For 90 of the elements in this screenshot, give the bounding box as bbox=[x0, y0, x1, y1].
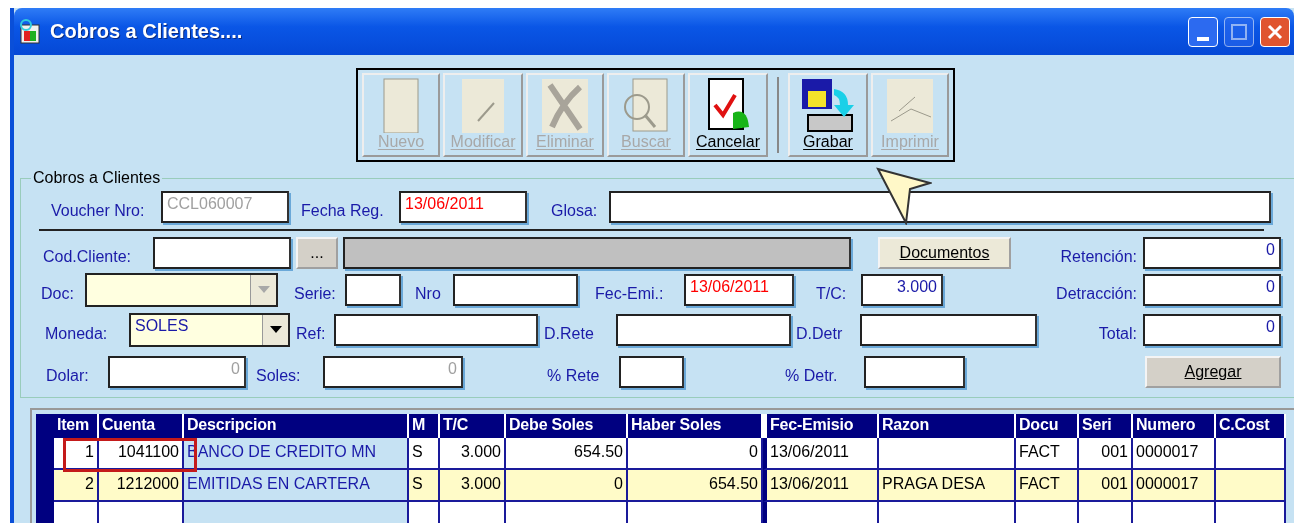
column-header[interactable]: Numero bbox=[1133, 414, 1216, 438]
table-cell: 3.000 bbox=[440, 470, 506, 502]
table-cell: 13/06/2011 bbox=[763, 470, 879, 502]
column-header[interactable]: Item bbox=[54, 414, 99, 438]
text-field[interactable] bbox=[860, 314, 1037, 346]
column-header[interactable]: M bbox=[409, 414, 440, 438]
table-cell: FACT bbox=[1016, 470, 1079, 502]
pointer-cursor-icon bbox=[876, 167, 932, 225]
table-cell: 654.50 bbox=[506, 438, 628, 470]
field-label: Total: bbox=[1097, 324, 1137, 343]
column-header[interactable]: Seri bbox=[1079, 414, 1133, 438]
form-button[interactable]: ... bbox=[296, 237, 338, 269]
table-cell: 1212000 bbox=[99, 470, 184, 502]
field-label: Fecha Reg. bbox=[301, 201, 385, 220]
table-cell: 0000017 bbox=[1133, 438, 1216, 470]
column-header[interactable]: C.Cost bbox=[1216, 414, 1286, 438]
table-cell: 0 bbox=[628, 438, 763, 470]
field-label: Moneda: bbox=[45, 324, 109, 343]
field-label: D.Rete bbox=[544, 324, 595, 343]
text-field[interactable] bbox=[345, 274, 401, 306]
text-field[interactable] bbox=[453, 274, 578, 306]
table-cell: S bbox=[409, 470, 440, 502]
printer-icon bbox=[885, 77, 935, 133]
dropdown-field[interactable]: SOLES bbox=[129, 313, 290, 347]
field-label: D.Detr bbox=[796, 324, 844, 343]
column-header[interactable]: Haber Soles bbox=[628, 414, 763, 438]
maximize-button[interactable] bbox=[1224, 16, 1254, 47]
field-label: Serie: bbox=[294, 284, 337, 303]
table-cell: 0 bbox=[506, 470, 628, 502]
text-field[interactable]: 0 bbox=[1143, 314, 1281, 346]
table-cell: S bbox=[409, 438, 440, 470]
text-field[interactable]: 13/06/2011 bbox=[684, 274, 794, 306]
table-cell: 3.000 bbox=[440, 438, 506, 470]
column-header[interactable]: Razon bbox=[879, 414, 1016, 438]
field-label: Nro bbox=[415, 284, 442, 303]
column-header[interactable]: Fec-Emisio bbox=[763, 414, 879, 438]
add-button[interactable]: Agregar bbox=[1145, 356, 1281, 388]
close-button[interactable] bbox=[1260, 16, 1290, 47]
toolbar-button[interactable]: Cancelar bbox=[688, 73, 768, 157]
minimize-icon bbox=[1197, 36, 1209, 41]
field-label: Cod.Cliente: bbox=[43, 247, 133, 266]
column-header[interactable]: Cuenta bbox=[99, 414, 184, 438]
text-field[interactable]: 3.000 bbox=[861, 274, 943, 306]
field-label: % Detr. bbox=[785, 366, 839, 385]
form-button[interactable]: Documentos bbox=[878, 237, 1011, 269]
field-label: Voucher Nro: bbox=[51, 201, 146, 220]
table-cell: 001 bbox=[1079, 438, 1133, 470]
close-icon bbox=[1267, 23, 1283, 40]
dropdown-arrow-icon bbox=[257, 286, 270, 294]
column-header[interactable]: Debe Soles bbox=[506, 414, 628, 438]
maximize-icon bbox=[1231, 23, 1247, 40]
table-cell: 001 bbox=[1079, 470, 1133, 502]
text-field[interactable]: 13/06/2011 bbox=[399, 191, 527, 223]
field-label: Dolar: bbox=[46, 366, 90, 385]
field-label: Glosa: bbox=[551, 201, 599, 220]
table-cell: PRAGA DESA bbox=[879, 470, 1016, 502]
text-field[interactable] bbox=[609, 191, 1271, 223]
table-cell: 654.50 bbox=[628, 470, 763, 502]
field-label: Fec-Emi.: bbox=[595, 284, 665, 303]
table-cell: EMITIDAS EN CARTERA bbox=[184, 470, 409, 502]
field-label: Soles: bbox=[256, 366, 302, 385]
text-field[interactable] bbox=[616, 314, 791, 346]
field-label: % Rete bbox=[547, 366, 601, 385]
table-cell: FACT bbox=[1016, 438, 1079, 470]
field-label: Retención: bbox=[1059, 247, 1137, 266]
field-label: Doc: bbox=[41, 284, 75, 303]
minimize-button[interactable] bbox=[1188, 16, 1218, 47]
column-header[interactable]: T/C bbox=[440, 414, 506, 438]
field-label: Ref: bbox=[296, 324, 327, 343]
toolbar-button[interactable]: Grabar bbox=[788, 73, 868, 157]
window-title: Cobros a Clientes.... bbox=[50, 20, 244, 43]
text-field[interactable]: 0 bbox=[1143, 274, 1281, 306]
magnifier-page-icon bbox=[621, 77, 671, 133]
table-cell bbox=[1216, 438, 1286, 470]
table-cell: 0000017 bbox=[1133, 470, 1216, 502]
field-label: Detracción: bbox=[1055, 284, 1137, 303]
column-header[interactable]: Descripcion bbox=[184, 414, 409, 438]
cross-icon bbox=[540, 77, 590, 133]
table-cell: 2 bbox=[54, 470, 99, 502]
text-field[interactable] bbox=[864, 356, 965, 388]
group-title: Cobros a Clientes bbox=[32, 169, 162, 187]
table-cell bbox=[1216, 470, 1286, 502]
text-field[interactable] bbox=[153, 237, 291, 269]
column-header[interactable]: Docu bbox=[1016, 414, 1079, 438]
text-field[interactable]: 0 bbox=[1143, 237, 1281, 269]
table-cell: 13/06/2011 bbox=[763, 438, 879, 470]
dropdown-arrow-icon bbox=[269, 326, 282, 334]
field-label: T/C: bbox=[816, 284, 848, 303]
text-field[interactable] bbox=[334, 314, 538, 346]
text-field[interactable] bbox=[619, 356, 684, 388]
